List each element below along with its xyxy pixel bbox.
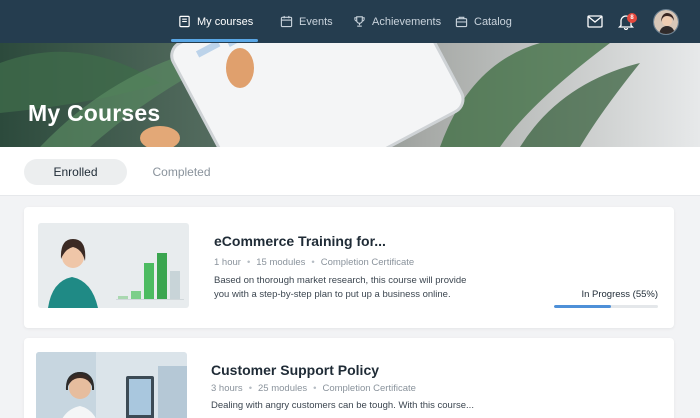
tab-enrolled[interactable]: Enrolled (24, 159, 127, 185)
nav-item-my-courses[interactable]: My courses (178, 0, 253, 43)
nav-item-achievements[interactable]: Achievements (353, 0, 441, 43)
book-icon (179, 15, 190, 28)
course-description: Dealing with angry customers can be toug… (211, 400, 474, 411)
progress-status: In Progress (55%) (581, 289, 658, 300)
course-duration: 1 hour (214, 257, 241, 268)
course-thumbnail (38, 223, 189, 308)
course-title[interactable]: Customer Support Policy (211, 362, 379, 378)
nav-label-achievements: Achievements (372, 15, 442, 28)
trophy-icon (354, 16, 365, 27)
avatar[interactable] (653, 9, 679, 35)
course-meta: 1 hour • 15 modules • Completion Certifi… (214, 257, 414, 268)
mail-icon[interactable] (587, 15, 603, 28)
meta-separator: • (311, 257, 315, 268)
course-tabs: Enrolled Completed (0, 147, 700, 196)
course-card[interactable]: Customer Support Policy 3 hours • 25 mod… (24, 338, 674, 418)
progress-bar-fill (554, 305, 612, 308)
nav-item-events[interactable]: Events (280, 0, 333, 43)
active-nav-indicator (171, 39, 258, 42)
course-meta: 3 hours • 25 modules • Completion Certif… (211, 383, 416, 394)
calendar-icon (280, 15, 293, 28)
course-modules: 15 modules (256, 257, 306, 268)
catalog-icon (455, 16, 468, 28)
course-description: Based on thorough market research, this … (214, 275, 467, 300)
meta-separator: • (313, 383, 317, 394)
nav-label-my-courses: My courses (197, 15, 254, 28)
nav-label-events: Events (299, 15, 333, 28)
course-thumbnail (36, 352, 187, 418)
hero-banner: My Courses (0, 43, 700, 147)
top-navigation-bar: My courses Events Achievements Catalog 8 (0, 0, 700, 43)
course-modules: 25 modules (258, 383, 308, 394)
notification-count-badge: 8 (627, 13, 637, 23)
progress-bar (554, 305, 658, 308)
page-title: My Courses (28, 100, 161, 126)
course-duration: 3 hours (211, 383, 243, 394)
nav-item-catalog[interactable]: Catalog (455, 0, 512, 43)
course-certificate: Completion Certificate (320, 257, 415, 268)
nav-label-catalog: Catalog (474, 15, 512, 28)
course-certificate: Completion Certificate (322, 383, 416, 394)
meta-separator: • (246, 257, 251, 268)
hero-background-image (0, 43, 700, 147)
meta-separator: • (248, 383, 253, 394)
course-card[interactable]: eCommerce Training for... 1 hour • 15 mo… (24, 207, 674, 328)
tab-completed[interactable]: Completed (140, 159, 223, 185)
course-title[interactable]: eCommerce Training for... (214, 233, 386, 249)
